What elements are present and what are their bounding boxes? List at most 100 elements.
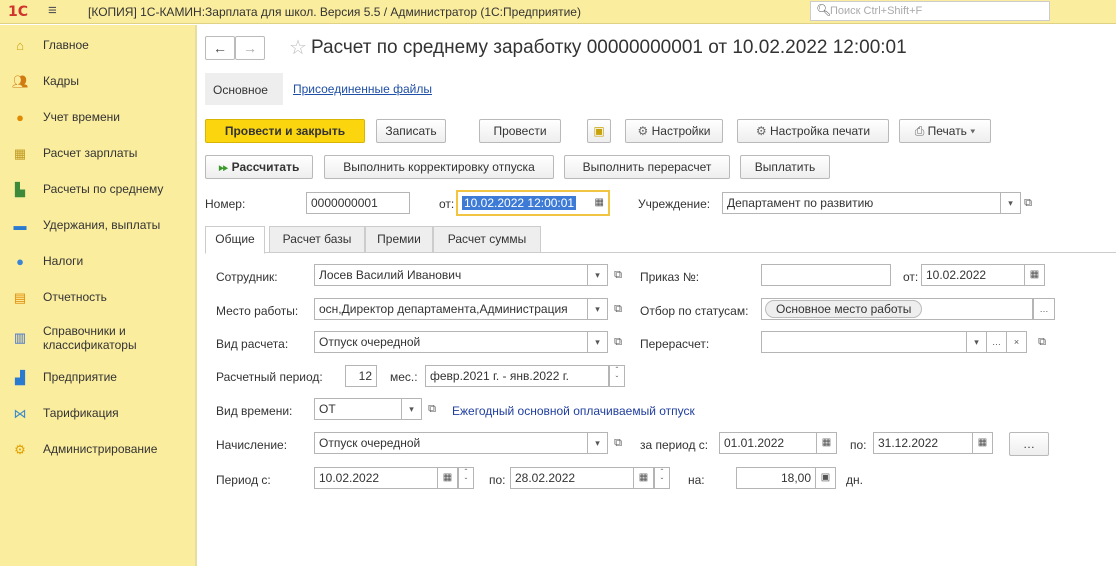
period-spin-buttons[interactable]: ˆˇ — [609, 365, 625, 387]
period-months-field[interactable]: 12 — [345, 365, 377, 387]
report-button[interactable]: ▣ — [587, 119, 611, 143]
subtab-general[interactable]: Общие — [205, 226, 265, 254]
subtab-bonuses[interactable]: Премии — [365, 226, 433, 253]
status-filter-select-button[interactable]: … — [1033, 298, 1055, 320]
accrual-dropdown-button[interactable]: ▾ — [588, 432, 608, 454]
search-input[interactable]: 🔍︎ Поиск Ctrl+Shift+F — [810, 1, 1050, 21]
calendar-icon[interactable]: ▦ — [595, 192, 604, 214]
app-logo: 1С — [8, 4, 29, 20]
order-label: Приказ №: — [640, 270, 700, 284]
for-period-to-field[interactable]: 31.12.2022 — [873, 432, 973, 454]
subtab-calc-base[interactable]: Расчет базы — [269, 226, 365, 253]
period-to-spin[interactable]: ˆˇ — [654, 467, 670, 489]
sidebar-item-label: Кадры — [43, 74, 79, 88]
workplace-dropdown-button[interactable]: ▾ — [588, 298, 608, 320]
recalc-field[interactable] — [761, 331, 967, 353]
sidebar: ⌂ Главное 👥︎ Кадры ● Учет времени ▦ Расч… — [0, 25, 195, 566]
number-label: Номер: — [205, 197, 246, 211]
subtab-calc-amount[interactable]: Расчет суммы — [433, 226, 541, 253]
sidebar-item-tariffs[interactable]: ⋈ Тарификация — [0, 403, 195, 427]
recalc-dropdown-button[interactable]: ▾ — [967, 331, 987, 353]
calc-type-dropdown-button[interactable]: ▾ — [588, 331, 608, 353]
workplace-field[interactable]: осн,Директор департамента,Администрация — [314, 298, 588, 320]
order-number-field[interactable] — [761, 264, 891, 286]
calendar-icon[interactable]: ▦ — [438, 467, 458, 489]
print-settings-button[interactable]: ⚙ Настройка печати — [737, 119, 889, 143]
pay-button[interactable]: Выплатить — [740, 155, 830, 179]
org-field[interactable]: Департамент по развитию — [722, 192, 1001, 214]
post-button[interactable]: Провести — [479, 119, 561, 143]
employee-field[interactable]: Лосев Василий Иванович — [314, 264, 588, 286]
recalculate-button[interactable]: Выполнить перерасчет — [564, 155, 730, 179]
sidebar-item-average[interactable]: ▙ Расчеты по среднему — [0, 179, 195, 203]
date-value: 10.02.2022 12:00:01 — [462, 196, 577, 210]
accrual-open-icon[interactable]: ⧉ — [609, 432, 627, 454]
time-type-dropdown-button[interactable]: ▾ — [402, 398, 422, 420]
printer-icon: ⎙ — [914, 124, 928, 138]
days-field[interactable]: 18,00 — [736, 467, 816, 489]
calculate-button[interactable]: ⏩︎ Рассчитать — [205, 155, 313, 179]
sidebar-item-time[interactable]: ● Учет времени — [0, 107, 195, 131]
employee-open-icon[interactable]: ⧉ — [609, 264, 627, 286]
adjust-vacation-button[interactable]: Выполнить корректировку отпуска — [324, 155, 554, 179]
recalc-label: Перерасчет: — [640, 337, 710, 351]
sidebar-item-enterprise[interactable]: ▟ Предприятие — [0, 367, 195, 391]
date-field[interactable]: 10.02.2022 12:00:01 ▦ — [456, 190, 610, 216]
sidebar-item-label: Справочники и классификаторы — [43, 324, 137, 352]
calendar-icon[interactable]: ▦ — [817, 432, 837, 454]
workplace-open-icon[interactable]: ⧉ — [609, 298, 627, 320]
calendar-icon[interactable]: ▦ — [973, 432, 993, 454]
period-range-field[interactable]: февр.2021 г. - янв.2022 г. — [425, 365, 609, 387]
recalc-open-icon[interactable]: ⧉ — [1033, 331, 1051, 353]
accrual-field[interactable]: Отпуск очередной — [314, 432, 588, 454]
number-field[interactable]: 0000000001 — [306, 192, 410, 214]
back-button[interactable]: ← — [205, 36, 235, 60]
sidebar-item-admin[interactable]: ⚙ Администрирование — [0, 439, 195, 463]
gears-icon: ⚙ — [14, 442, 26, 457]
sidebar-item-directories[interactable]: ▥ Справочники и классификаторы — [0, 321, 195, 355]
menu-icon[interactable]: ≡ — [48, 2, 57, 19]
time-type-open-icon[interactable]: ⧉ — [423, 398, 441, 420]
period-from-spin[interactable]: ˆˇ — [458, 467, 474, 489]
calculator-icon[interactable]: ▣ — [816, 467, 836, 489]
calc-type-open-icon[interactable]: ⧉ — [609, 331, 627, 353]
save-button[interactable]: Записать — [376, 119, 446, 143]
sidebar-item-main[interactable]: ⌂ Главное — [0, 35, 195, 59]
calendar-icon[interactable]: ▦ — [634, 467, 654, 489]
print-label: Печать — [927, 124, 967, 138]
tab-main[interactable]: Основное — [205, 73, 283, 105]
order-date-field[interactable]: 10.02.2022 — [921, 264, 1025, 286]
settings-button[interactable]: ⚙ Настройки — [625, 119, 723, 143]
settings-icon: ⚙ — [637, 124, 652, 138]
employee-dropdown-button[interactable]: ▾ — [588, 264, 608, 286]
sidebar-item-hr[interactable]: 👥︎ Кадры — [0, 71, 195, 95]
chevron-down-icon: ▾ — [966, 124, 976, 138]
sidebar-item-label: Расчеты по среднему — [43, 182, 164, 196]
days-label: на: — [688, 473, 705, 487]
period-to-field[interactable]: 28.02.2022 — [510, 467, 634, 489]
forward-button[interactable]: → — [235, 36, 265, 60]
favorite-star-icon[interactable]: ☆ — [289, 35, 307, 60]
org-dropdown-button[interactable]: ▾ — [1001, 192, 1021, 214]
print-settings-label: Настройка печати — [770, 124, 871, 138]
period-select-button[interactable]: … — [1009, 432, 1049, 456]
post-and-close-button[interactable]: Провести и закрыть — [205, 119, 365, 143]
recalc-select-button[interactable]: … — [987, 331, 1007, 353]
time-type-field[interactable]: ОТ — [314, 398, 402, 420]
period-from-field[interactable]: 10.02.2022 — [314, 467, 438, 489]
sidebar-item-taxes[interactable]: ● Налоги — [0, 251, 195, 275]
recalc-clear-button[interactable]: × — [1007, 331, 1027, 353]
accrual-label: Начисление: — [216, 438, 288, 452]
sidebar-item-label: Администрирование — [43, 442, 158, 456]
sidebar-item-deductions[interactable]: ▬ Удержания, выплаты — [0, 215, 195, 239]
workplace-label: Место работы: — [216, 304, 299, 318]
sidebar-item-reports[interactable]: ▤ Отчетность — [0, 287, 195, 311]
print-button[interactable]: ⎙ Печать ▾ — [899, 119, 991, 143]
org-open-icon[interactable]: ⧉ — [1019, 192, 1037, 214]
calendar-icon[interactable]: ▦ — [1025, 264, 1045, 286]
sidebar-item-label: Налоги — [43, 254, 84, 268]
tab-attached-files[interactable]: Присоединенные файлы — [293, 82, 432, 96]
calc-type-field[interactable]: Отпуск очередной — [314, 331, 588, 353]
sidebar-item-payroll[interactable]: ▦ Расчет зарплаты — [0, 143, 195, 167]
for-period-from-field[interactable]: 01.01.2022 — [719, 432, 817, 454]
